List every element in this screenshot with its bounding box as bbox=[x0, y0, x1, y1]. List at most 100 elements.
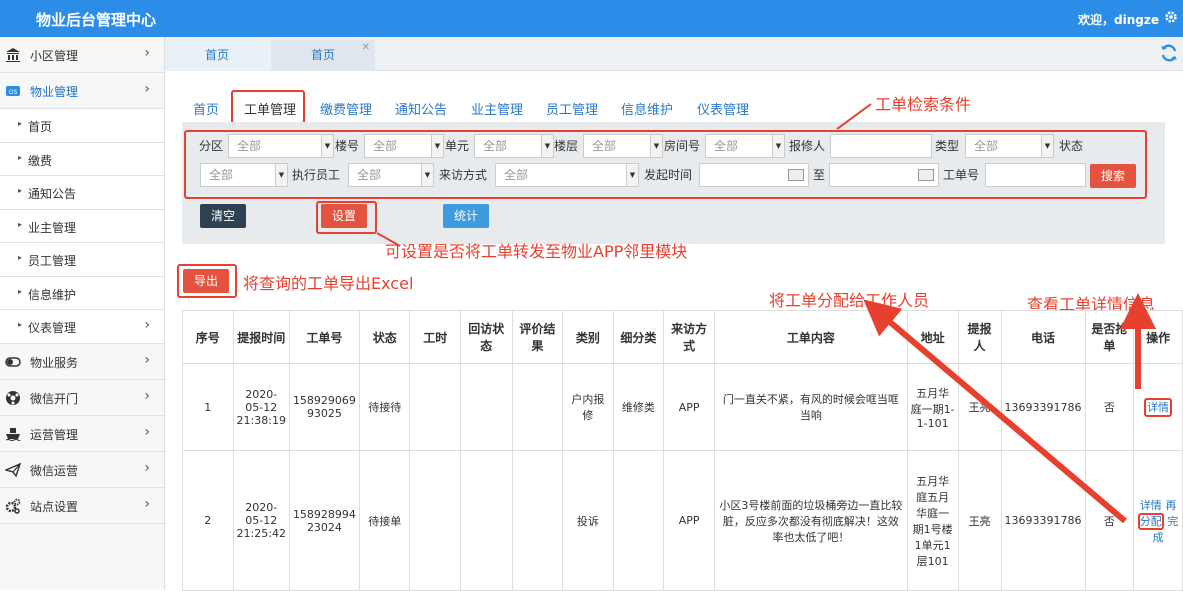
col-header: 来访方式 bbox=[663, 310, 716, 364]
col-header: 提报时间 bbox=[232, 310, 290, 364]
sidebar-item-label: 运营管理 bbox=[30, 427, 79, 442]
sidebar-sub-label: 仪表管理 bbox=[28, 321, 77, 335]
tab-label: 首页 bbox=[310, 48, 335, 62]
sidebar-item-wechat-door[interactable]: 微信开门 › bbox=[0, 380, 164, 416]
sidebar-item-label: 微信开门 bbox=[30, 391, 79, 406]
welcome-text[interactable]: 欢迎，dingze bbox=[1078, 11, 1159, 28]
cell-hours bbox=[409, 363, 462, 451]
export-highlight bbox=[177, 264, 237, 298]
nav-fees[interactable]: 缴费管理 bbox=[320, 99, 372, 118]
cell-addr: 五月华庭五月华庭一期1号楼1单元1层101 bbox=[906, 450, 959, 591]
nav-owners[interactable]: 业主管理 bbox=[471, 99, 523, 118]
sidebar-item-site-settings[interactable]: 站点设置 › bbox=[0, 488, 164, 524]
nav-staff[interactable]: 员工管理 bbox=[546, 99, 598, 118]
sidebar-item-property[interactable]: OS 物业管理 › bbox=[0, 73, 164, 109]
sidebar-sub-label: 首页 bbox=[28, 120, 53, 134]
nav-meters[interactable]: 仪表管理 bbox=[697, 99, 749, 118]
sidebar-sub-staff[interactable]: ▸ 员工管理 bbox=[0, 243, 164, 277]
ball-icon bbox=[6, 390, 20, 405]
cell-ops: 详情 再 分配 完成 bbox=[1133, 450, 1183, 591]
chevron-right-icon: › bbox=[144, 81, 150, 97]
app-title: 物业后台管理中心 bbox=[36, 11, 157, 29]
nav-highlight bbox=[231, 90, 305, 124]
chevron-right-icon: › bbox=[144, 495, 150, 512]
svg-text:OS: OS bbox=[9, 89, 18, 96]
cell-grab: 否 bbox=[1084, 363, 1135, 451]
sidebar-item-community[interactable]: 小区管理 › bbox=[0, 37, 164, 73]
refresh-icon[interactable] bbox=[1159, 43, 1179, 63]
cell-phone: 13693391786 bbox=[1000, 363, 1086, 451]
detail-link[interactable]: 详情 bbox=[1144, 398, 1173, 417]
cell-no: 1 bbox=[182, 363, 234, 451]
table-row: 2 2020-05-12 21:25:42 158928994 23024 待接… bbox=[182, 450, 1183, 591]
cell-visit bbox=[460, 450, 513, 591]
annotation-export: 将查询的工单导出Excel bbox=[243, 274, 414, 293]
sidebar-sub-label: 通知公告 bbox=[28, 187, 77, 201]
nav-notice[interactable]: 通知公告 bbox=[395, 99, 447, 118]
cell-subcat bbox=[612, 450, 665, 591]
tab-home-2[interactable]: 首页 ✕ bbox=[271, 40, 375, 71]
stats-button[interactable]: 统计 bbox=[443, 204, 489, 228]
caret-icon: ▸ bbox=[18, 286, 23, 296]
col-header: 评价结果 bbox=[511, 310, 564, 364]
assign-link[interactable]: 分配 bbox=[1137, 512, 1164, 530]
sidebar-sub-info[interactable]: ▸ 信息维护 bbox=[0, 276, 164, 310]
tab-bar: 首页 首页 ✕ bbox=[165, 37, 1183, 71]
cell-content: 门一直关不紧，有风的时候会哐当哐当响 bbox=[714, 363, 908, 451]
filter-highlight bbox=[184, 130, 1147, 199]
sidebar-sub-notice[interactable]: ▸ 通知公告 bbox=[0, 176, 164, 210]
ship-icon bbox=[5, 427, 21, 441]
chevron-right-icon: › bbox=[144, 351, 150, 368]
nav-home[interactable]: 首页 bbox=[193, 99, 219, 118]
cell-phone: 13693391786 bbox=[1000, 450, 1086, 591]
tab-home-1[interactable]: 首页 bbox=[165, 40, 269, 71]
sidebar-item-label: 站点设置 bbox=[30, 499, 79, 514]
cell-reporter: 王亮 bbox=[957, 363, 1002, 451]
col-header: 电话 bbox=[1000, 310, 1086, 364]
sidebar-sub-fees[interactable]: ▸ 缴费 bbox=[0, 142, 164, 176]
sidebar-item-label: 物业服务 bbox=[30, 355, 79, 370]
detail-link[interactable]: 详情 bbox=[1140, 499, 1162, 512]
chevron-right-icon: › bbox=[144, 45, 150, 61]
annotation-assign: 将工单分配给工作人员 bbox=[769, 291, 930, 310]
cell-cat: 投诉 bbox=[562, 450, 614, 591]
annotation-filter: 工单检索条件 bbox=[875, 95, 972, 114]
close-icon[interactable]: ✕ bbox=[362, 32, 370, 63]
sidebar-sub-label: 员工管理 bbox=[28, 254, 77, 268]
clear-button[interactable]: 清空 bbox=[200, 204, 246, 228]
caret-icon: ▸ bbox=[18, 152, 23, 162]
cell-visit bbox=[460, 363, 513, 451]
col-header: 提报人 bbox=[957, 310, 1002, 364]
sidebar-sub-home[interactable]: ▸ 首页 bbox=[0, 109, 164, 143]
cell-time: 2020-05-12 21:25:42 bbox=[232, 450, 290, 591]
cell-subcat: 维修类 bbox=[612, 363, 665, 451]
chevron-right-icon: › bbox=[144, 423, 150, 440]
chevron-right-icon: › bbox=[144, 459, 150, 476]
col-header: 回访状态 bbox=[460, 310, 513, 364]
table-row: 1 2020-05-12 21:38:19 158929069 93025 待接… bbox=[182, 363, 1183, 451]
sidebar-item-operations[interactable]: 运营管理 › bbox=[0, 416, 164, 452]
table-header-row: 序号 提报时间 工单号 状态 工时 回访状态 评价结果 类别 细分类 来访方式 … bbox=[182, 310, 1183, 364]
main-content: 首页 工单管理 缴费管理 通知公告 业主管理 员工管理 信息维护 仪表管理 分区… bbox=[165, 71, 1183, 591]
col-header: 工时 bbox=[409, 310, 462, 364]
sidebar-item-label: 物业管理 bbox=[30, 85, 79, 99]
cell-content: 小区3号楼前面的垃圾桶旁边一直比较脏，反应多次都没有彻底解决！这效率也太低了吧！ bbox=[714, 450, 908, 591]
col-header: 细分类 bbox=[612, 310, 665, 364]
sidebar-sub-owners[interactable]: ▸ 业主管理 bbox=[0, 209, 164, 243]
sidebar-item-service[interactable]: 物业服务 › bbox=[0, 344, 164, 380]
cell-grab: 否 bbox=[1084, 450, 1135, 591]
cell-method: APP bbox=[663, 450, 716, 591]
col-header: 地址 bbox=[906, 310, 959, 364]
nav-info[interactable]: 信息维护 bbox=[621, 99, 673, 118]
cell-eval bbox=[511, 363, 564, 451]
sidebar-sub-meters[interactable]: ▸ 仪表管理 › bbox=[0, 310, 164, 344]
chevron-right-icon: › bbox=[144, 387, 150, 404]
gear-icon[interactable] bbox=[1164, 10, 1178, 24]
chevron-right-icon: › bbox=[144, 317, 150, 333]
send-icon bbox=[5, 462, 21, 477]
sidebar-item-wechat-ops[interactable]: 微信运营 › bbox=[0, 452, 164, 488]
sidebar-item-label: 微信运营 bbox=[30, 463, 79, 478]
cell-ops: 详情 bbox=[1133, 363, 1183, 451]
caret-icon: ▸ bbox=[18, 253, 23, 262]
reassign-link[interactable]: 再 bbox=[1165, 499, 1176, 512]
